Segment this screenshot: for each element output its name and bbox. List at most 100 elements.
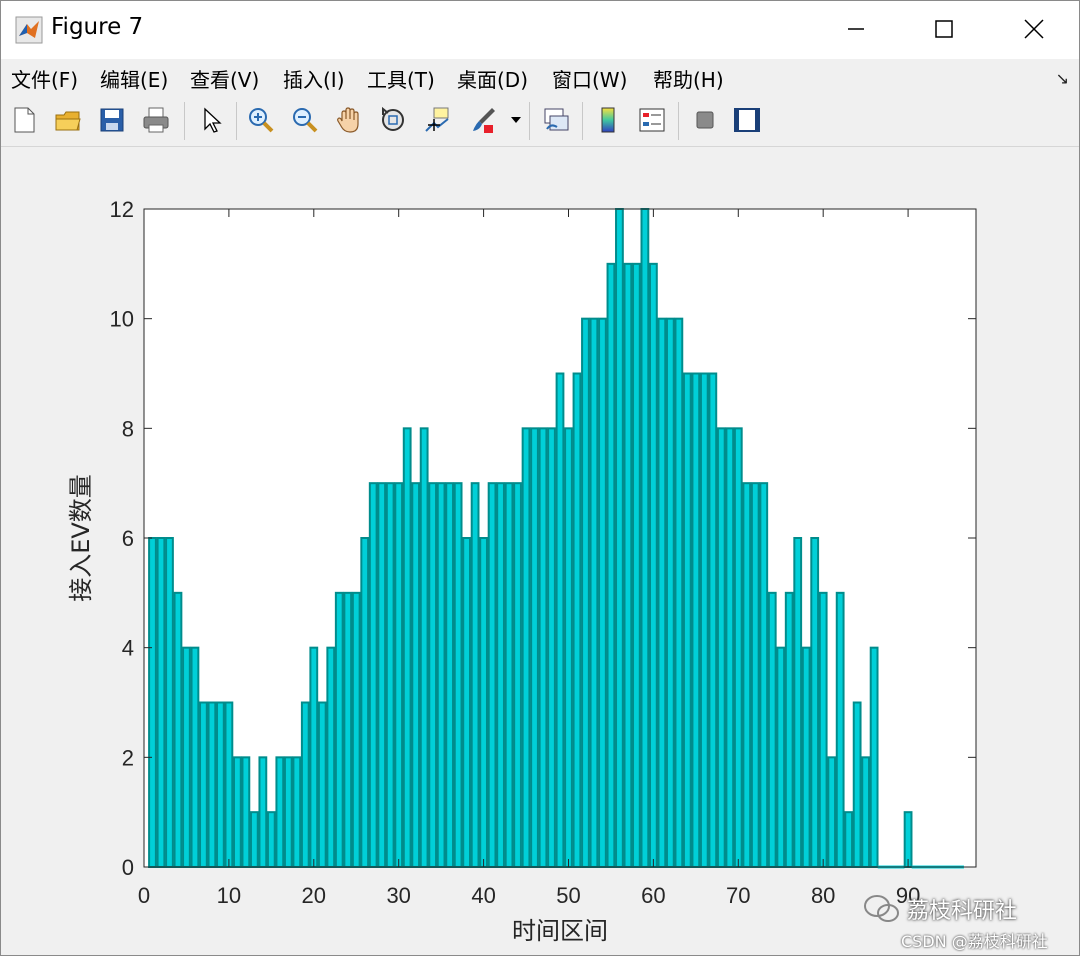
bar-68 [716,427,726,868]
bar-14 [258,756,268,868]
bar-90 [903,811,913,869]
bar-50 [564,427,573,868]
save-icon[interactable] [95,103,129,137]
figure-canvas: 0 10 20 30 40 50 60 70 80 90 0 2 4 6 8 10 12 接入EV数量 时间区间 [1,147,1079,955]
open-file-icon[interactable] [51,103,85,137]
bar-64 [682,372,692,868]
figure-window: Figure 7 文件(F) 编辑(E) 查看(V) 插入(I) 工具(T) 桌… [0,0,1080,956]
bar-62 [665,317,675,868]
bar-32 [411,482,421,868]
wechat-logo-icon [864,895,899,922]
dock-arrow-icon[interactable]: ↘ [1056,69,1069,88]
menu-edit[interactable]: 编辑(E) [100,64,168,93]
colorbar-icon[interactable] [591,103,625,137]
bar-31 [402,427,412,868]
hide-plot-tools-icon[interactable] [688,103,722,137]
pan-hand-icon[interactable] [332,103,366,137]
bar-4 [173,591,183,868]
menu-tools[interactable]: 工具(T) [367,64,435,93]
bar-65 [691,372,701,868]
bar-58 [632,262,641,869]
bar-63 [674,317,684,868]
bar-6 [190,646,200,868]
toolbar-separator [236,102,237,140]
bar-36 [445,482,455,868]
menu-file[interactable]: 文件(F) [11,64,78,93]
title-bar: Figure 7 [1,1,1079,59]
bar-chart: 0 10 20 30 40 50 60 70 80 90024681012 接入EV数量 时间区间 [67,197,977,945]
link-plot-icon[interactable] [539,103,573,137]
toolbar-separator [529,102,530,140]
bar-16 [275,756,285,868]
bar-15 [266,811,276,869]
bar-34 [428,482,438,868]
bar-57 [623,262,633,869]
data-cursor-icon[interactable] [420,103,454,137]
menu-view[interactable]: 查看(V) [190,64,259,93]
x-tick-label: 50 [556,883,580,908]
minimize-button[interactable] [833,9,879,49]
watermark: 荔枝科研社 [863,893,1017,925]
bar-46 [530,427,539,868]
new-figure-icon[interactable] [7,103,41,137]
bar-37 [453,482,463,868]
menu-help[interactable]: 帮助(H) [653,64,724,93]
bar-66 [699,372,709,868]
bar-72 [750,482,760,868]
close-button[interactable] [1011,9,1057,49]
bar-79 [810,537,820,868]
bar-55 [606,262,616,869]
csdn-credit: CSDN @荔枝科研社 [901,932,1048,951]
x-tick-label: 0 [138,883,150,908]
bar-43 [504,482,514,868]
bar-80 [818,591,828,868]
bar-59 [640,208,650,868]
print-icon[interactable] [139,103,173,137]
brush-dropdown-icon[interactable] [506,103,526,137]
y-axis-label: 接入EV数量 [67,474,95,602]
bar-76 [784,591,794,868]
show-plot-tools-icon[interactable] [730,103,764,137]
brush-icon[interactable] [466,103,500,137]
bar-77 [793,537,803,868]
bar-33 [419,427,429,868]
rotate-3d-icon[interactable] [376,103,410,137]
legend-icon[interactable] [635,103,669,137]
bar-21 [317,701,327,868]
pointer-icon[interactable] [194,103,228,137]
bar-38 [462,537,472,868]
bar-12 [241,756,251,868]
bar-18 [292,756,302,868]
bar-49 [555,372,565,868]
y-tick-label: 4 [122,636,134,661]
bar-54 [598,317,607,868]
menu-desktop[interactable]: 桌面(D) [457,64,528,93]
y-tick-label: 2 [122,745,134,770]
bar-26 [360,537,370,868]
bar-10 [224,701,234,868]
menu-insert[interactable]: 插入(I) [283,64,345,93]
window-title: Figure 7 [51,14,144,40]
y-tick-label: 12 [110,197,134,222]
x-tick-label: 70 [726,883,750,908]
zoom-in-icon[interactable] [244,103,278,137]
bar-29 [385,482,395,868]
bar-1 [148,537,157,868]
bar-84 [852,701,862,868]
bar-56 [615,208,624,868]
menu-window[interactable]: 窗口(W) [552,64,627,93]
zoom-out-icon[interactable] [288,103,322,137]
bar-81 [827,756,837,868]
bar-83 [844,811,854,869]
toolbar-separator [678,102,679,140]
maximize-button[interactable] [921,9,967,49]
bar-85 [861,756,871,868]
bar-19 [300,701,310,868]
matlab-logo-icon [15,16,43,44]
bar-39 [470,482,480,868]
bar-27 [368,482,378,868]
bar-86 [869,646,879,868]
x-tick-label: 30 [386,883,410,908]
bar-17 [283,756,293,868]
bar-11 [232,756,242,868]
